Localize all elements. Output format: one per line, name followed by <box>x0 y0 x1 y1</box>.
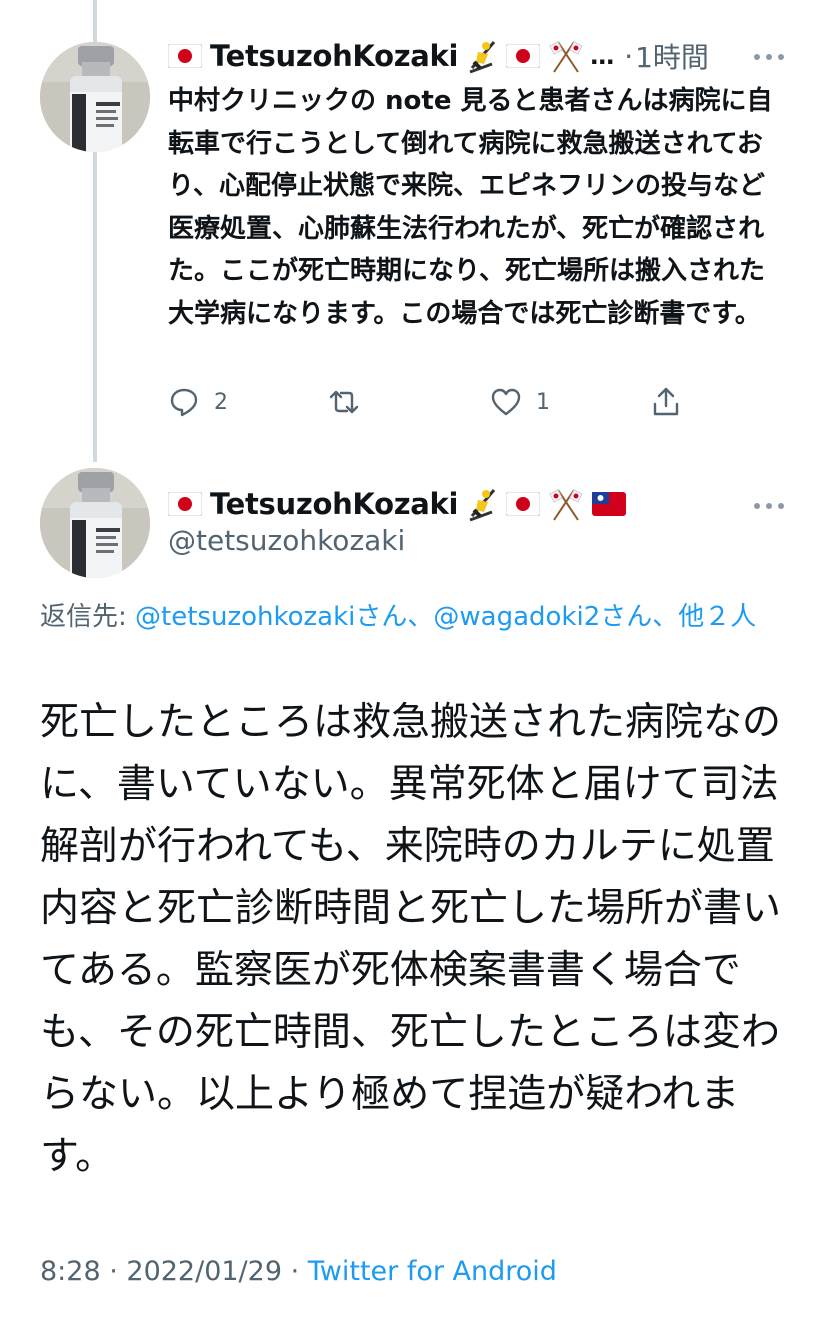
retweet-button[interactable] <box>328 380 360 424</box>
more-options-icon[interactable] <box>754 501 784 511</box>
tweet-footer: 8:28 · 2022/01/29 · Twitter for Android <box>40 1256 557 1287</box>
share-button[interactable] <box>650 380 682 424</box>
retweet-icon <box>329 390 359 414</box>
vaccine-vial-avatar-image <box>40 468 150 578</box>
user-handle[interactable]: @tetsuzohkozaki <box>168 524 405 557</box>
reply-others-link[interactable]: 他２人 <box>678 602 756 632</box>
japan-flag-icon <box>506 44 541 68</box>
separator: · <box>100 1256 127 1287</box>
more-options-icon[interactable] <box>754 52 784 62</box>
tweet-time: 8:28 <box>40 1256 101 1287</box>
tweet1-header: TetsuzohKozaki … · 1時間 <box>168 36 709 76</box>
reply-mention-suffix: さん、 <box>600 602 679 632</box>
japan-flag-icon <box>168 44 202 68</box>
separator: · <box>282 1256 308 1287</box>
skier-icon <box>469 41 496 74</box>
share-icon <box>653 387 679 416</box>
reply-count: 2 <box>214 389 228 415</box>
display-name[interactable]: TetsuzohKozaki <box>210 487 458 521</box>
like-count: 1 <box>536 389 550 415</box>
tweet-source-link[interactable]: Twitter for Android <box>308 1256 557 1287</box>
tweet-date: 2022/01/29 <box>126 1256 283 1287</box>
avatar[interactable] <box>40 468 150 578</box>
tweet2-header: TetsuzohKozaki <box>168 484 634 524</box>
skier-icon <box>469 489 496 522</box>
replying-to-line: 返信先: @tetsuzohkozakiさん、@wagadoki2さん、他２人 <box>40 594 790 640</box>
name-truncation: … <box>590 42 615 70</box>
avatar[interactable] <box>40 42 150 152</box>
japan-flag-icon <box>506 492 541 516</box>
reply-mention-link[interactable]: @tetsuzohkozaki <box>135 602 355 632</box>
taiwan-flag-icon <box>592 492 627 516</box>
reply-mention-link[interactable]: @wagadoki2 <box>433 602 600 632</box>
display-name[interactable]: TetsuzohKozaki <box>210 39 458 73</box>
replying-to-label: 返信先: <box>40 602 136 632</box>
reply-icon <box>170 388 198 417</box>
tweet-text: 死亡したところは救急搬送された病院なのに、書いていない。異常死体と届けて司法解剖… <box>40 700 782 1179</box>
tweet-actions: 2 1 <box>168 380 688 424</box>
reply-button[interactable]: 2 <box>168 380 228 424</box>
tweet-timestamp[interactable]: 1時間 <box>635 36 709 76</box>
tweet-text: 中村クリニックの note 見ると患者さんは病院に自転車で行こうとして倒れて病院… <box>168 86 773 329</box>
crossed-flags-icon <box>549 41 583 73</box>
separator: · <box>624 39 634 73</box>
reply-mention-suffix: さん、 <box>355 602 434 632</box>
japan-flag-icon <box>168 492 202 516</box>
like-icon <box>491 388 521 416</box>
like-button[interactable]: 1 <box>490 380 550 424</box>
vaccine-vial-avatar-image <box>40 42 150 152</box>
crossed-flags-icon <box>549 489 583 521</box>
